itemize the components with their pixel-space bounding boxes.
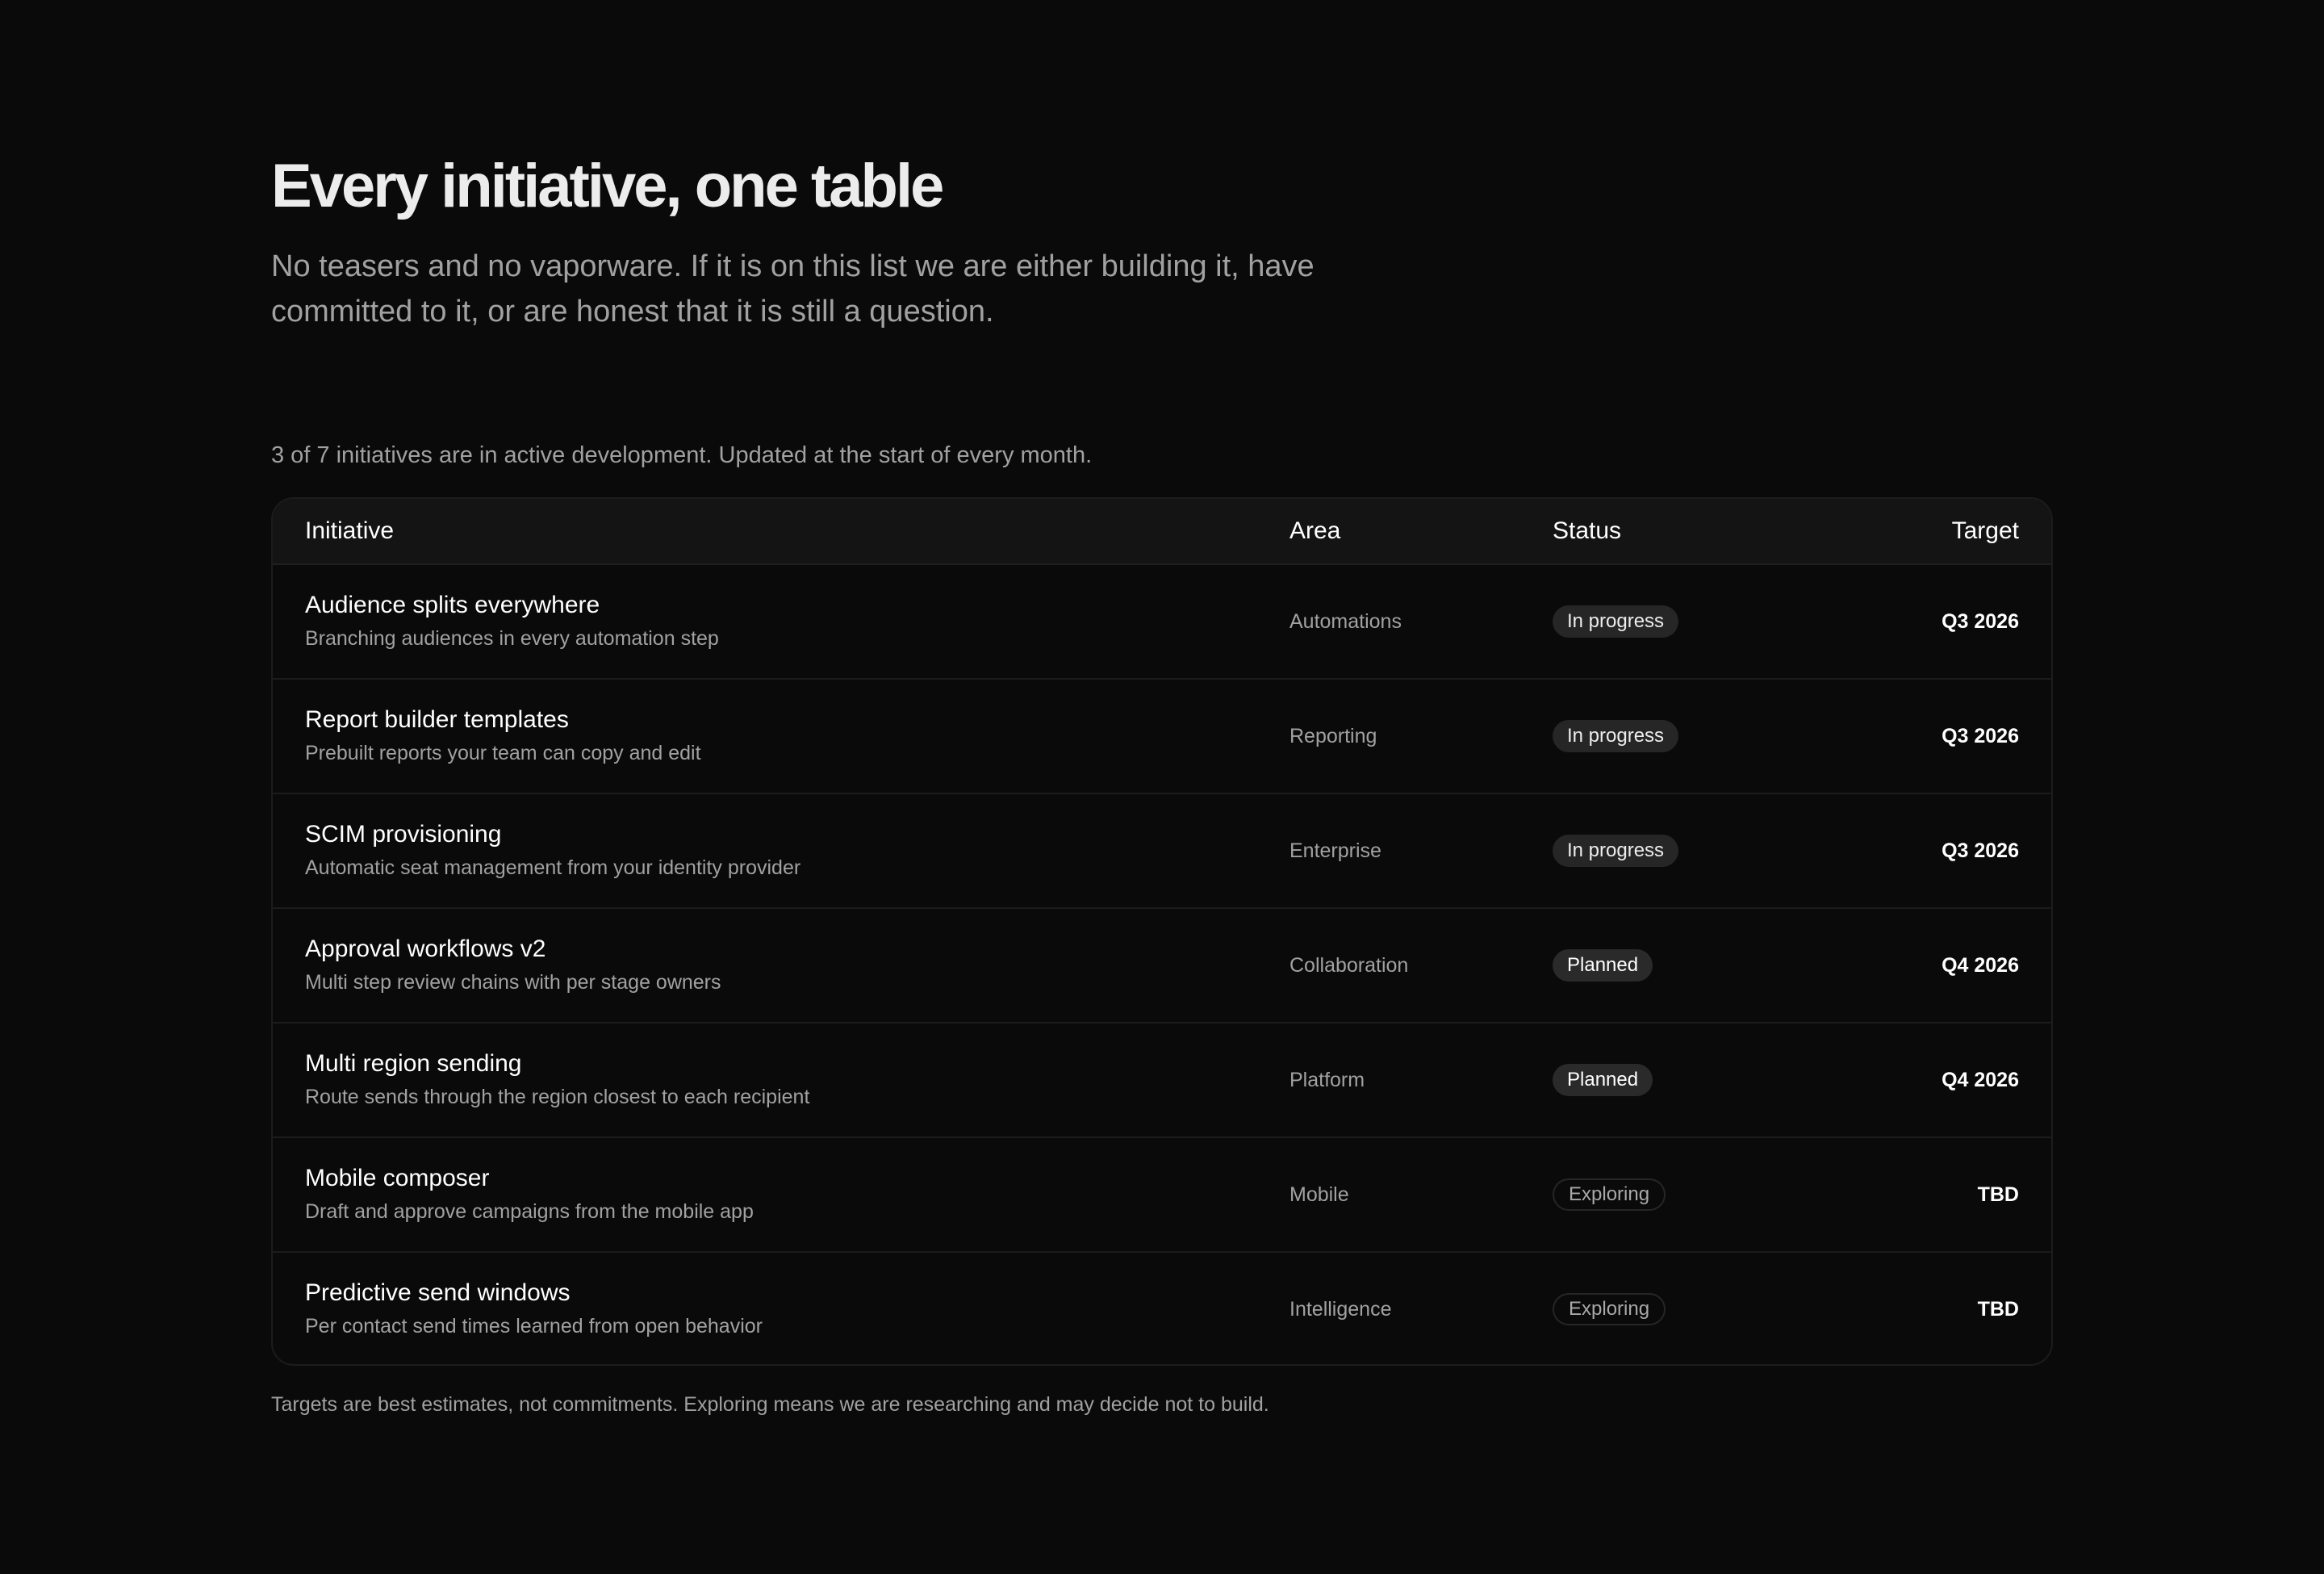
- initiative-area: Reporting: [1289, 725, 1377, 747]
- initiative-area: Enterprise: [1289, 839, 1381, 862]
- initiative-name: Mobile composer: [305, 1165, 490, 1191]
- initiative-description: Route sends through the region closest t…: [305, 1086, 810, 1108]
- status-badge: In progress: [1553, 605, 1679, 638]
- status-badge: In progress: [1553, 720, 1679, 752]
- initiative-target: Q4 2026: [1942, 1069, 2019, 1091]
- column-header-target: Target: [1951, 517, 2019, 544]
- page-subtitle: No teasers and no vaporware. If it is on…: [271, 249, 1315, 329]
- table-header: Initiative Area Status Target: [273, 499, 2051, 565]
- footnote: Targets are best estimates, not commitme…: [271, 1393, 1269, 1416]
- column-header-initiative: Initiative: [305, 517, 395, 544]
- table-row: Multi region sending Route sends through …: [273, 1024, 2051, 1138]
- initiative-description: Automatic seat management from your iden…: [305, 856, 801, 879]
- initiatives-summary: 3 of 7 initiatives are in active develop…: [271, 442, 1093, 468]
- initiative-description: Per contact send times learned from open…: [305, 1315, 763, 1337]
- status-badge: Planned: [1553, 949, 1653, 982]
- initiative-area: Platform: [1289, 1069, 1365, 1091]
- table-row: SCIM provisioning Automatic seat manageme…: [273, 794, 2051, 909]
- initiative-target: TBD: [1977, 1298, 2019, 1321]
- initiative-name: SCIM provisioning: [305, 821, 502, 848]
- status-badge: Exploring: [1553, 1293, 1666, 1325]
- initiative-description: Multi step review chains with per stage …: [305, 971, 721, 994]
- initiative-area: Mobile: [1289, 1183, 1349, 1206]
- initiative-description: Draft and approve campaigns from the mob…: [305, 1200, 754, 1223]
- initiative-target: TBD: [1977, 1183, 2019, 1206]
- initiative-target: Q3 2026: [1942, 610, 2019, 633]
- table-body: Audience splits everywhere Branching audi…: [273, 565, 2051, 1364]
- column-header-status: Status: [1553, 517, 1622, 544]
- initiative-area: Collaboration: [1289, 954, 1409, 977]
- initiative-name: Predictive send windows: [305, 1279, 571, 1306]
- table-row: Audience splits everywhere Branching audi…: [273, 565, 2051, 680]
- initiative-name: Multi region sending: [305, 1050, 522, 1077]
- initiative-name: Report builder templates: [305, 706, 569, 733]
- initiative-name: Audience splits everywhere: [305, 592, 600, 618]
- initiative-name: Approval workflows v2: [305, 936, 546, 962]
- initiatives-table: Initiative Area Status Target Audience s…: [271, 497, 2053, 1366]
- initiative-target: Q3 2026: [1942, 725, 2019, 747]
- initiative-area: Intelligence: [1289, 1298, 1392, 1321]
- status-badge: Exploring: [1553, 1178, 1666, 1211]
- page-title: Every initiative, one table: [271, 152, 944, 220]
- column-header-area: Area: [1289, 517, 1341, 544]
- initiative-target: Q3 2026: [1942, 839, 2019, 862]
- initiative-description: Prebuilt reports your team can copy and …: [305, 742, 701, 764]
- initiative-area: Automations: [1289, 610, 1402, 633]
- initiative-target: Q4 2026: [1942, 954, 2019, 977]
- table-row: Mobile composer Draft and approve campaig…: [273, 1138, 2051, 1253]
- initiative-description: Branching audiences in every automation …: [305, 627, 719, 650]
- status-badge: Planned: [1553, 1064, 1653, 1096]
- status-badge: In progress: [1553, 835, 1679, 867]
- table-row: Approval workflows v2 Multi step review c…: [273, 909, 2051, 1024]
- table-row: Report builder templates Prebuilt reports…: [273, 680, 2051, 794]
- table-row: Predictive send windows Per contact send …: [273, 1253, 2051, 1364]
